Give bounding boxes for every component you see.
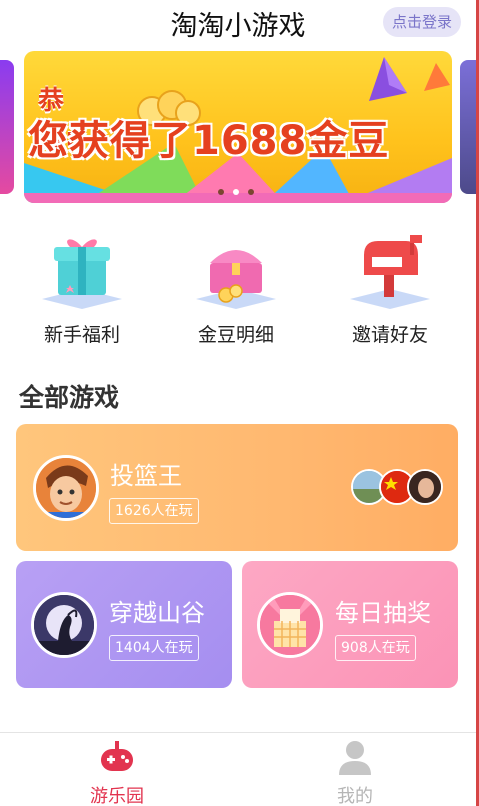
tab-label: 游乐园 [90,786,144,806]
game-avatar [31,592,97,658]
gamepad-icon [101,741,133,771]
players-count-badge: 1404人在玩 [109,635,199,661]
gift-box-icon [42,239,122,309]
tab-label: 我的 [337,786,373,806]
bottom-tab-bar: 游乐园 我的 [0,732,476,806]
pagination-dot[interactable] [248,189,254,195]
quick-entry-newbie[interactable]: 新手福利 [22,233,142,347]
game-avatar [257,592,323,658]
login-button[interactable]: 点击登录 [383,7,461,37]
quick-entry-invite[interactable]: 邀请好友 [330,233,450,347]
game-avatar [33,455,99,521]
quick-entry-label: 邀请好友 [351,324,428,346]
game-card-valley[interactable]: 穿越山谷 1404人在玩 [16,561,232,688]
header: 淘淘小游戏 点击登录 [0,0,476,46]
player-avatar [407,469,443,505]
lottery-box-icon [260,595,320,655]
pagination-dot-active[interactable] [233,189,239,195]
game-card-basketball[interactable]: 投篮王 1626人在玩 [16,424,458,551]
players-count-badge: 1626人在玩 [109,498,199,524]
banner-prev-peek[interactable] [0,60,14,194]
promo-banner[interactable]: 恭喜: 您获得了1688金豆 [24,51,452,203]
tab-me[interactable]: 我的 [295,739,415,806]
quick-entry-label: 新手福利 [43,324,120,346]
game-name: 投篮王 [110,462,182,490]
mailbox-icon [350,235,430,309]
quick-entry-label: 金豆明细 [197,324,274,346]
banner-next-peek[interactable] [460,60,476,194]
treasure-chest-icon [196,250,276,309]
quick-entries: 新手福利 金豆明细 邀请好友 [0,233,476,346]
user-icon [339,741,371,775]
pagination-dot[interactable] [218,189,224,195]
monkey-moon-icon [34,595,94,655]
basketball-character-icon [36,458,96,518]
tab-playground[interactable]: 游乐园 [57,739,177,806]
players-count-badge: 908人在玩 [335,635,416,661]
section-title: 全部游戏 [19,383,120,412]
banner-pagination [218,189,254,195]
game-card-daily-draw[interactable]: 每日抽奖 908人在玩 [242,561,458,688]
gem-decoration [369,57,407,101]
game-name: 穿越山谷 [109,599,205,627]
gem-decoration-small [424,63,450,91]
game-name: 每日抽奖 [335,599,431,627]
person-avatar-icon [409,471,441,503]
quick-entry-gold-detail[interactable]: 金豆明细 [176,233,296,347]
banner-reward-text: 您获得了1688金豆 [28,118,390,164]
